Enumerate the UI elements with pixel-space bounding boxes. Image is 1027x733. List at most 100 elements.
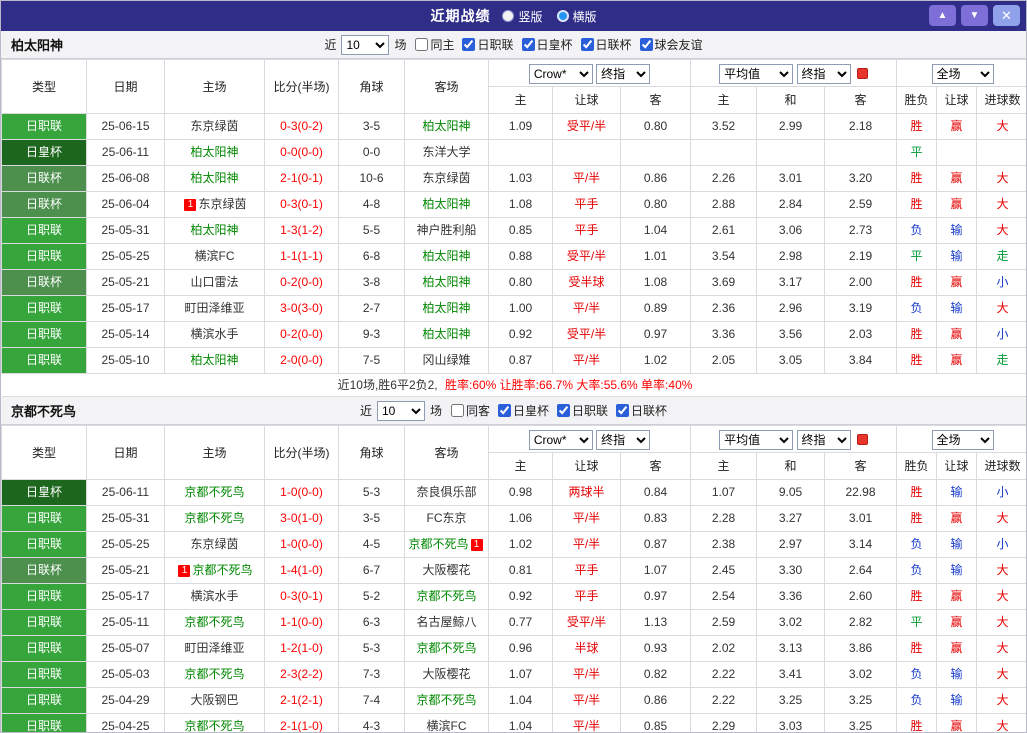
odds-stage-select[interactable]: 终指 <box>596 429 651 450</box>
avg-stage-select[interactable]: 终指 <box>796 63 851 84</box>
score-cell: 3-0(3-0) <box>264 295 339 322</box>
league-filter-input[interactable] <box>521 38 535 51</box>
col-avg-draw: 和 <box>756 86 825 114</box>
avg-draw-cell: 3.25 <box>756 687 825 714</box>
result-cell: 胜 <box>896 113 938 140</box>
league-cell: 日职联 <box>1 713 87 732</box>
home-team-cell: 京都不死鸟 <box>164 609 265 636</box>
trend-chart-icon[interactable] <box>856 434 868 446</box>
score-cell: 1-0(0-0) <box>264 479 339 506</box>
recent-count-select[interactable]: 10 <box>376 400 425 421</box>
league-filter-checkbox[interactable]: 日职联 <box>462 36 514 53</box>
goals-result-cell: 大 <box>976 713 1026 732</box>
odds-home-cell: 0.98 <box>488 479 553 506</box>
col-result: 胜负 <box>896 86 938 114</box>
league-filter-input[interactable] <box>639 38 653 51</box>
result-cell: 负 <box>896 687 938 714</box>
avg-source-select[interactable]: 平均值 <box>719 63 794 84</box>
match-row: 日职联 25-05-07 町田泽维亚 1-2(1-0) 5-3 京都不死鸟 0.… <box>1 635 1026 662</box>
league-filter-input[interactable] <box>580 38 594 51</box>
avg-draw-cell: 9.05 <box>756 479 825 506</box>
home-team-name: 京都不死鸟 <box>184 485 245 499</box>
away-team-cell: 大阪樱花 <box>404 557 489 584</box>
league-filter-label: 日皇杯 <box>513 404 550 418</box>
corner-cell: 3-5 <box>338 505 405 532</box>
league-filter-input[interactable] <box>415 38 429 51</box>
league-filter-checkbox[interactable]: 同主 <box>415 36 454 53</box>
score-cell: 1-4(1-0) <box>264 557 339 584</box>
home-team-cell: 1 东京绿茵 <box>164 191 265 218</box>
avg-away-cell: 3.19 <box>823 295 898 322</box>
result-cell: 平 <box>896 243 938 270</box>
col-odds-home: 主 <box>488 86 553 114</box>
match-row: 日职联 25-05-31 柏太阳神 1-3(1-2) 5-5 神户胜利船 0.8… <box>1 217 1026 244</box>
score-cell: 3-0(1-0) <box>264 505 339 532</box>
handicap-cell: 平/半 <box>552 713 621 732</box>
league-filter-checkbox[interactable]: 日皇杯 <box>521 36 573 53</box>
score-cell: 0-2(0-0) <box>264 321 339 348</box>
scroll-down-button[interactable]: ▼ <box>961 5 988 26</box>
league-filter-input[interactable] <box>498 404 511 417</box>
corner-cell: 2-7 <box>338 295 405 322</box>
score-cell: 1-0(0-0) <box>264 531 339 558</box>
home-team-cell: 柏太阳神 <box>164 217 265 244</box>
league-filter-input[interactable] <box>616 404 630 417</box>
recent-label: 近 <box>359 404 372 418</box>
avg-source-select[interactable]: 平均值 <box>719 429 794 450</box>
corner-cell: 4-5 <box>338 531 405 558</box>
close-button[interactable]: ✕ <box>993 5 1020 26</box>
odds-stage-select[interactable]: 终指 <box>596 63 651 84</box>
odds-source-select[interactable]: Crow* <box>528 63 593 84</box>
date-cell: 25-05-21 <box>86 557 165 584</box>
corner-cell: 6-8 <box>338 243 405 270</box>
league-cell: 日职联 <box>1 321 87 348</box>
avg-away-cell: 3.84 <box>823 347 898 374</box>
result-cell: 胜 <box>896 165 938 192</box>
home-team-name: 横滨FC <box>194 249 235 263</box>
date-cell: 25-04-29 <box>86 687 165 714</box>
home-team-name: 东京绿茵 <box>190 537 239 551</box>
goals-result-cell: 大 <box>976 191 1026 218</box>
handicap-cell: 平/半 <box>552 661 621 688</box>
home-team-name: 京都不死鸟 <box>192 563 253 577</box>
layout-mode-radio[interactable]: 竖版 <box>502 8 543 25</box>
league-filter-input[interactable] <box>450 404 464 417</box>
scroll-up-button[interactable]: ▲ <box>929 5 956 26</box>
scope-select[interactable]: 全场 <box>931 63 994 84</box>
avg-draw-cell: 3.05 <box>756 347 825 374</box>
recent-count-select[interactable]: 10 <box>341 34 390 55</box>
radio-dot-icon <box>556 10 569 22</box>
away-team-cell: 东京绿茵 <box>404 165 489 192</box>
league-filter-checkbox[interactable]: 日联杯 <box>616 402 667 419</box>
avg-home-cell: 3.54 <box>690 243 757 270</box>
result-cell: 胜 <box>896 191 938 218</box>
odds-source-select[interactable]: Crow* <box>528 429 593 450</box>
league-filter-checkbox[interactable]: 日联杯 <box>580 36 632 53</box>
trend-chart-icon[interactable] <box>856 68 868 80</box>
col-score: 比分(半场) <box>264 59 339 114</box>
league-filter-checkbox[interactable]: 日皇杯 <box>498 402 549 419</box>
scope-select[interactable]: 全场 <box>931 429 994 450</box>
avg-away-cell: 2.82 <box>823 609 898 636</box>
score-cell: 0-2(0-0) <box>264 269 339 296</box>
col-corner: 角球 <box>338 59 405 114</box>
handicap-cell: 平手 <box>552 583 621 610</box>
avg-away-cell: 2.19 <box>823 243 898 270</box>
league-filter-checkbox[interactable]: 球会友谊 <box>639 36 703 53</box>
goals-result-cell: 大 <box>976 113 1026 140</box>
corner-cell: 10-6 <box>338 165 405 192</box>
away-team-cell: 京都不死鸟 <box>404 583 489 610</box>
league-filter-checkbox[interactable]: 同客 <box>450 402 490 419</box>
league-filter-input[interactable] <box>462 38 476 51</box>
league-cell: 日皇杯 <box>1 139 87 166</box>
avg-stage-select[interactable]: 终指 <box>796 429 851 450</box>
match-row: 日职联 25-04-25 京都不死鸟 2-1(1-0) 4-3 横滨FC 1.0… <box>1 713 1026 732</box>
section-header: 柏太阳神 近 10 场 同主 日职联 日皇杯 日联杯 球会友谊 <box>1 31 1026 59</box>
layout-mode-radio[interactable]: 横版 <box>556 8 597 25</box>
filter-controls: 近 10 场 同主 日职联 日皇杯 日联杯 球会友谊 <box>324 34 703 55</box>
avg-away-cell: 22.98 <box>823 479 898 506</box>
league-filter-input[interactable] <box>557 404 571 417</box>
date-cell: 25-05-31 <box>86 505 165 532</box>
league-filter-checkbox[interactable]: 日职联 <box>557 402 608 419</box>
handicap-result-cell: 输 <box>936 243 978 270</box>
